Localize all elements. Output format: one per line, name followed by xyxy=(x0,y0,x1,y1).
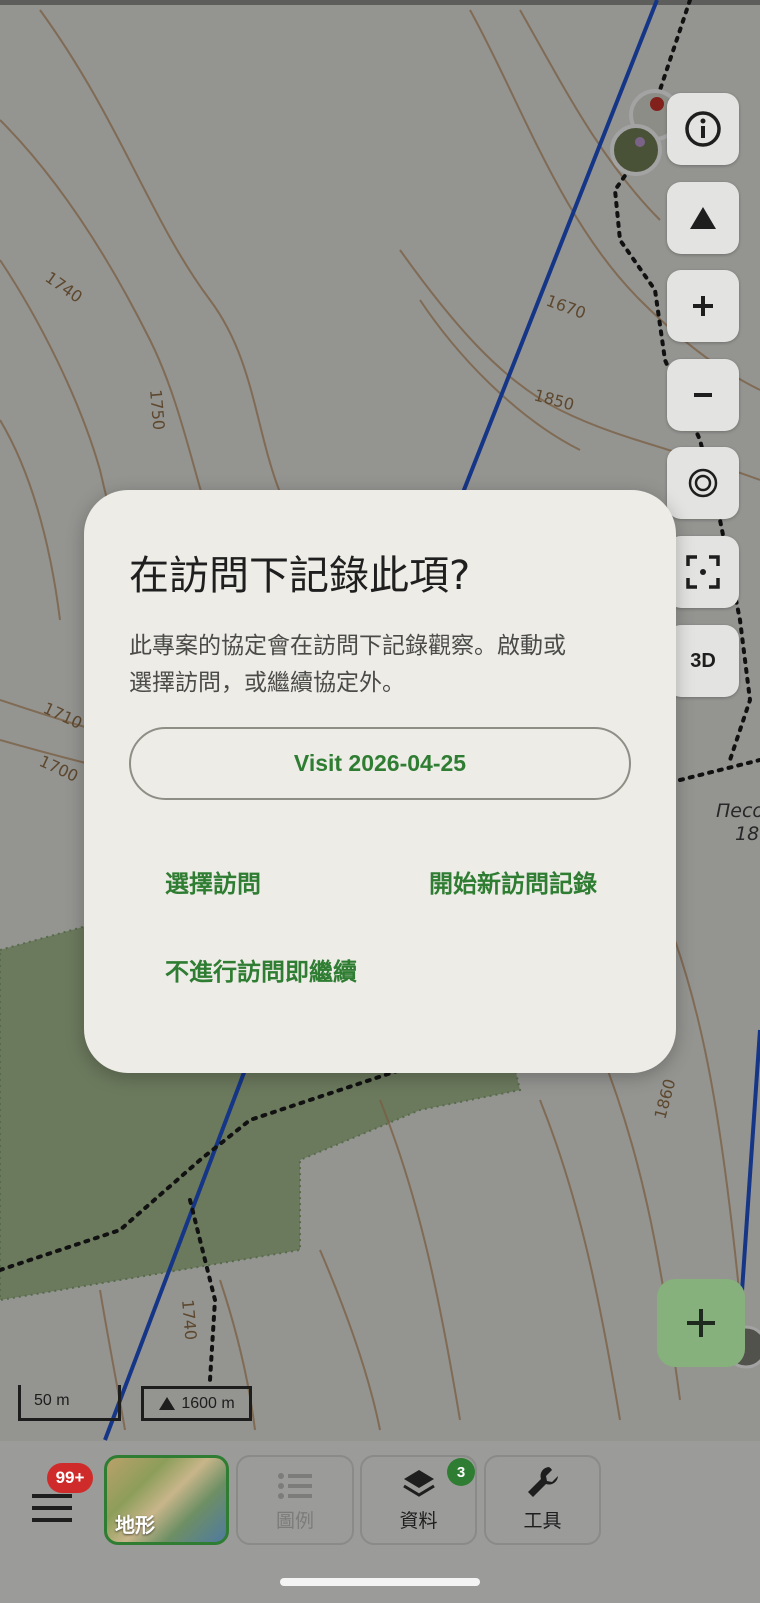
basemap-tab[interactable]: 地形 xyxy=(104,1455,229,1545)
layers-icon xyxy=(402,1470,435,1497)
place-label: 18 xyxy=(735,823,759,845)
focus-button[interactable] xyxy=(667,536,739,608)
dialog-message-line: 此專案的協定會在訪問下記錄觀察。啟動或 xyxy=(129,633,566,659)
notification-badge: 99+ xyxy=(47,1463,93,1493)
info-icon xyxy=(685,111,721,147)
zoom-out-button[interactable] xyxy=(667,359,739,431)
target-icon xyxy=(688,468,718,498)
basemap-label: 地形 xyxy=(115,1513,155,1537)
observation-marker[interactable] xyxy=(610,124,662,176)
plus-icon xyxy=(693,296,713,316)
place-label: Песо xyxy=(716,800,760,822)
continue-without-visit-button[interactable]: 不進行訪問即繼續 xyxy=(165,952,357,987)
legend-tab[interactable]: 圖例 xyxy=(236,1455,354,1545)
locate-button[interactable] xyxy=(667,447,739,519)
badge-count: 3 xyxy=(456,1463,466,1481)
wrench-icon xyxy=(527,1467,558,1497)
add-observation-button[interactable] xyxy=(657,1279,745,1367)
3d-label: 3D xyxy=(690,649,716,672)
plus-icon xyxy=(687,1309,715,1337)
visit-dialog: 在訪問下記錄此項? 此專案的協定會在訪問下記錄觀察。啟動或 選擇訪問，或繼續協定… xyxy=(84,490,676,1073)
data-label: 資料 xyxy=(399,1511,438,1532)
legend-label: 圖例 xyxy=(275,1511,314,1532)
triangle-up-icon xyxy=(690,207,716,229)
tools-label: 工具 xyxy=(523,1511,562,1532)
badge-count: 99+ xyxy=(55,1468,85,1487)
choose-visit-button[interactable]: 選擇訪問 xyxy=(165,864,261,899)
triangle-up-icon xyxy=(159,1397,176,1410)
visit-button[interactable]: Visit 2026-04-25 xyxy=(129,727,631,800)
elevation-indicator: 1600 m xyxy=(141,1386,252,1421)
dialog-message: 此專案的協定會在訪問下記錄觀察。啟動或 選擇訪問，或繼續協定外。 xyxy=(129,628,639,702)
tools-tab[interactable]: 工具 xyxy=(484,1455,601,1545)
minus-icon xyxy=(694,393,712,397)
info-button[interactable] xyxy=(667,93,739,165)
scale-label: 50 m xyxy=(34,1392,70,1409)
dialog-title: 在訪問下記錄此項? xyxy=(129,553,471,599)
focus-frame-icon xyxy=(686,555,720,589)
elevation-label: 1600 m xyxy=(181,1394,235,1412)
north-button[interactable] xyxy=(667,182,739,254)
zoom-in-button[interactable] xyxy=(667,270,739,342)
dialog-message-line: 選擇訪問，或繼續協定外。 xyxy=(129,670,405,696)
home-indicator[interactable] xyxy=(280,1578,480,1586)
start-new-visit-button[interactable]: 開始新訪問記錄 xyxy=(429,864,597,899)
3d-toggle-button[interactable]: 3D xyxy=(667,625,739,697)
data-count-badge: 3 xyxy=(447,1458,475,1486)
scale-bar: 50 m xyxy=(18,1385,121,1421)
list-icon xyxy=(278,1473,312,1499)
contour-label: 1750 xyxy=(146,389,168,431)
contour-label: 1740 xyxy=(178,1299,200,1341)
hamburger-icon xyxy=(32,1494,72,1522)
